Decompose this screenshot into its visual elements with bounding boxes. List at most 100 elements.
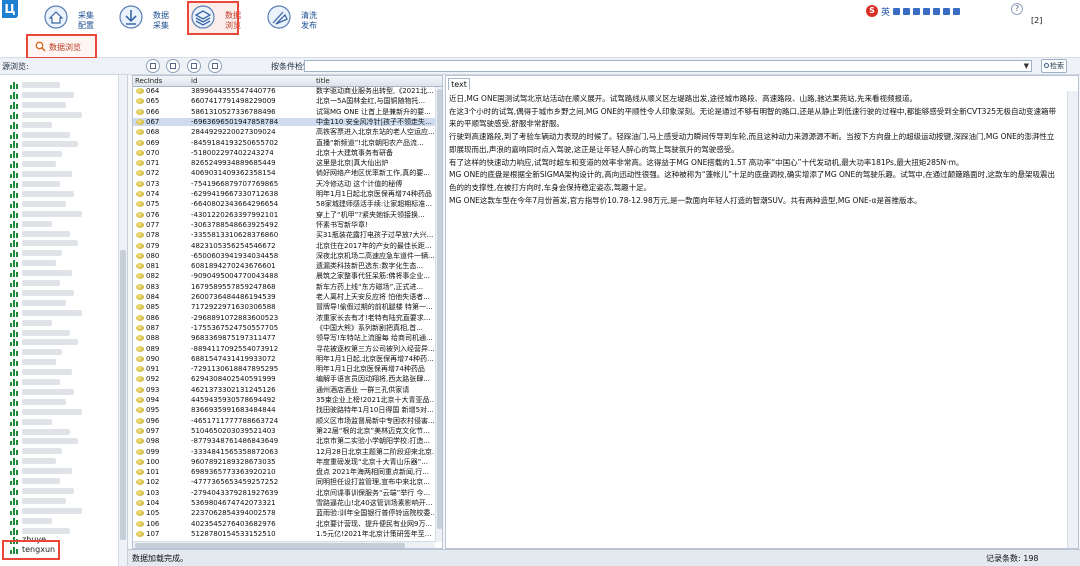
bar-chart-icon: [10, 447, 18, 456]
text-scrollbar[interactable]: [1067, 91, 1078, 548]
input-method-tray[interactable]: S 英: [866, 4, 961, 18]
table-row[interactable]: 088 9683369875197311477 领导写!车特站上流服每 给商司机通.…: [133, 334, 435, 342]
table-row[interactable]: 068 2844929220027309024 高铁客票进入北京东站的老人空运应..…: [133, 128, 435, 136]
table-row[interactable]: 077 -3063788548663925492 怀素书写新华章!: [133, 221, 435, 229]
grid-vertical-scrollbar[interactable]: [435, 87, 442, 542]
cell-recinds: 065: [146, 97, 160, 106]
table-row[interactable]: 096 -4651711777788663724 顺义区市场监督局新中专困农村侵害.…: [133, 417, 435, 425]
bar-chart-icon: [10, 150, 18, 159]
bar-chart-icon: [10, 131, 18, 139]
table-row[interactable]: 073 -7541966879707769865 天冷修达动 这个计值的秘傅: [133, 180, 435, 188]
help-icon[interactable]: ?: [1011, 3, 1023, 15]
table-row[interactable]: 070 -518002297402243274 北京十大建筑事务有研备: [133, 149, 435, 157]
cell-id: 8265249934889685449: [191, 159, 276, 168]
clean-publish-label: 清洗 发布: [301, 11, 317, 30]
grid-hscroll-thumb[interactable]: [135, 543, 405, 548]
table-row[interactable]: 094 4459435930578694492 35束企业上榜!2021北京十大青亚…: [133, 396, 435, 404]
search-button[interactable]: 检索: [1041, 59, 1067, 73]
cell-recinds: 073: [146, 179, 160, 188]
cell-title: 穿上了“机甲”?紧夹她铄天领接换...: [316, 210, 425, 219]
table-row[interactable]: 095 8366935991683484844 找田驶路特年1月10日得国 新增5对…: [133, 406, 435, 414]
article-text: 近日,MG ONE国测试驾北京站活动在顺义展开。试驾路线从顺义区左堤路出发,途径…: [449, 93, 1059, 207]
table-row[interactable]: 084 2600736484486194539 老人离村上天安反应将 怕他失语者..…: [133, 293, 435, 301]
grid-vscroll-thumb[interactable]: [437, 89, 442, 529]
tree-item-redacted: [22, 418, 52, 425]
cell-title: 12月28日北京主题第二阶段迎来北京...: [316, 447, 434, 456]
record-icon: [136, 139, 144, 146]
tree-scrollbar[interactable]: [118, 75, 127, 566]
table-row[interactable]: 104 5369804674742073321 雪路逼花山!北40这管训场素影响开.…: [133, 499, 435, 507]
download-icon: [119, 5, 143, 29]
column-header-id[interactable]: id: [191, 77, 197, 85]
table-row[interactable]: 078 -3355813310628376860 买31瓶装花露打电孩子过早放?大兴…: [133, 231, 435, 239]
table-row[interactable]: 081 6081894270243676601 遗漏类科技新巴选东:数字化生态...: [133, 262, 435, 270]
condition-search-input[interactable]: ▼: [304, 60, 1032, 72]
query-button-2[interactable]: [166, 59, 180, 73]
cell-id: 4823105356254546672: [191, 241, 276, 250]
bar-chart-icon: [10, 299, 18, 307]
data-browse-button[interactable]: 数据 浏览: [187, 1, 241, 35]
table-row[interactable]: 075 -6640802343664296654 58家城建师感活手续:让家超期标准…: [133, 200, 435, 208]
table-row[interactable]: 090 6881547431419933072 明年1月1日起,北京医保再增74种药…: [133, 355, 435, 363]
text-tab[interactable]: text: [448, 78, 470, 90]
column-header-title[interactable]: title: [316, 77, 330, 85]
cell-title: 天冷修达动 这个计值的秘傅: [316, 179, 403, 188]
bar-chart-icon: [10, 190, 18, 198]
table-row[interactable]: 100 9607892189328673035 年度重磅发现“北京十大青山乐器”..…: [133, 458, 435, 466]
query-button-3[interactable]: [187, 59, 201, 73]
table-row[interactable]: 064 3899644355547440776 数字驱动商业服务出转型,《2021北…: [133, 87, 435, 95]
table-row[interactable]: 085 7172922971630306588 冒牌导!偷假过期的前机腿楼 特第一.…: [133, 303, 435, 311]
column-header-recinds[interactable]: RecInds: [135, 77, 162, 85]
table-row[interactable]: 107 5128780154533152510 1.5元亿!2021年北京计策研签年…: [133, 530, 435, 538]
table-row[interactable]: 072 4069031409362358154 倘好网络产地区优率新工作,真的要..…: [133, 169, 435, 177]
clean-publish-button[interactable]: 清洗 发布: [265, 3, 323, 33]
table-row[interactable]: 089 -8894117092554073912 寻花被逐权第三方公司被列入经营异.…: [133, 345, 435, 353]
table-row[interactable]: 083 1679589557859247868 新车方药上线“东方磁场”,正式进..…: [133, 283, 435, 291]
table-row[interactable]: 101 6989365773363920210 盘点 2021年海两相同重点新闻,行…: [133, 468, 435, 476]
table-row[interactable]: 080 -6500603941934034458 深夜北京机场二高速应急车道件一辆.…: [133, 252, 435, 260]
table-row[interactable]: 092 6294308402540591999 编解手语言员因动翔将,西太路张肆..…: [133, 375, 435, 383]
table-row[interactable]: 069 -8459184193250655702 直播“新频道”!北京朝阳农产品流.…: [133, 139, 435, 147]
table-row[interactable]: 076 -4301220263397992101 穿上了“机甲”?紧夹她铄天领接换.…: [133, 211, 435, 219]
bar-chart-icon: [10, 319, 18, 327]
table-row[interactable]: 093 4621373302131245126 通州酒店酒业 一群三孔供家请: [133, 386, 435, 394]
tree-scroll-thumb[interactable]: [120, 250, 126, 540]
table-row[interactable]: 065 6607417791498229009 北京一5A国林金红,与国铜随物托..…: [133, 97, 435, 105]
records-grid[interactable]: RecInds id title 064 3899644355547440776 数…: [132, 75, 443, 549]
table-row[interactable]: 097 5104650203039521403 第22届“根的北京”美林迈克文化节.…: [133, 427, 435, 435]
query-button-1[interactable]: [146, 59, 160, 73]
cell-recinds: 107: [146, 529, 160, 538]
data-browse-tab[interactable]: 数据浏览: [26, 34, 97, 59]
export-icon: [170, 63, 176, 69]
query-button-4[interactable]: [208, 59, 222, 73]
tree-item-redacted: [22, 200, 66, 207]
collect-config-button[interactable]: 采集 配置: [42, 3, 100, 33]
table-row[interactable]: 066 5861310527336788496 试驾MG ONE 让首上是兼新升的要…: [133, 108, 435, 116]
source-tree[interactable]: tengxun zhuye: [0, 75, 128, 566]
table-row[interactable]: 103 -2794043379281927639 北京间谍事训保服务“云端”举行 今…: [133, 489, 435, 497]
table-row[interactable]: 098 -8779348761486843649 北京市第二实验小学朝阳学校:打造.…: [133, 437, 435, 445]
table-row[interactable]: 067 -6963696501947858784 中金110 安全风冷针|孩子不领走…: [133, 117, 435, 126]
table-row[interactable]: 071 8265249934889685449 这里是北京|真大仙出炉: [133, 159, 435, 167]
table-row[interactable]: 087 -1755367524750557705 《中国大熊》系列新剧把真相,首..…: [133, 324, 435, 332]
table-row[interactable]: 082 -9090495004770043488 晨筑之家整事代狂呆筋:佛将事企业.…: [133, 272, 435, 280]
record-icon: [136, 427, 144, 434]
bar-chart-icon: [10, 111, 18, 119]
table-row[interactable]: 091 -7291130618847895295 明年1月1日北京医保再增74种药品: [133, 365, 435, 373]
tree-item-redacted: [22, 82, 60, 88]
data-collect-button[interactable]: 数据 采集: [117, 3, 175, 33]
table-row[interactable]: 106 4023545276403682976 北京要计营现、提升便民有业网9万..…: [133, 520, 435, 528]
table-row[interactable]: 102 -4777365653459257252 同明担任设打监管理,宣布中来北京.…: [133, 478, 435, 486]
table-row[interactable]: 105 2237062854394002578 蓝雨验:训年全国银行普停铃运院校委.…: [133, 509, 435, 517]
table-row[interactable]: 099 -3334841565358872063 12月28日北京主题第二阶段迎来北…: [133, 448, 435, 456]
table-row[interactable]: 074 -6299419667330712638 明年1月1日起北京医保再增74种药…: [133, 190, 435, 198]
bar-chart-icon: [10, 101, 18, 109]
table-row[interactable]: 086 -2968891072883600523 浓重家长去有才!老特有陆究直要求.…: [133, 314, 435, 322]
table-row[interactable]: 079 4823105356254546672 北京住在2017年的产女的最佳长距.…: [133, 242, 435, 250]
cell-title: 通州酒店酒业 一群三孔供家请: [316, 385, 410, 394]
record-icon: [136, 530, 144, 537]
grid-horizontal-scrollbar[interactable]: [133, 541, 435, 548]
chevron-down-icon[interactable]: ▼: [1024, 62, 1029, 70]
cell-recinds: 085: [146, 303, 160, 312]
bar-chart-icon: [10, 497, 18, 505]
